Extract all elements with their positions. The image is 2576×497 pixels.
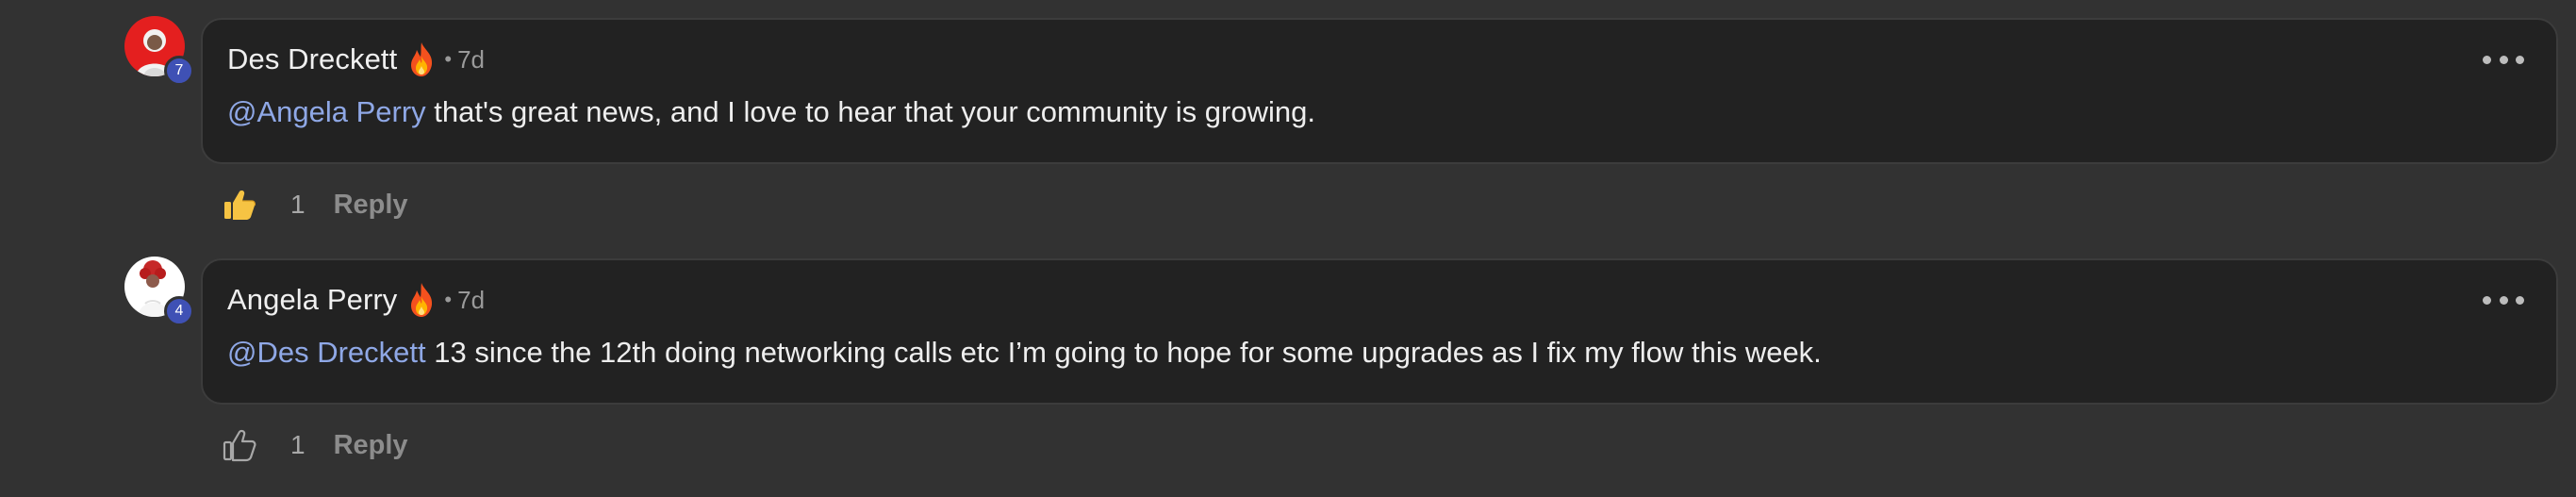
thumbs-up-filled-icon[interactable] <box>223 188 256 222</box>
avatar-wrap[interactable]: 7 <box>124 16 194 86</box>
author-name[interactable]: Des Dreckett <box>227 42 397 76</box>
separator: • <box>444 288 453 311</box>
comment-text: 13 since the 12th doing networking calls… <box>425 336 1822 369</box>
dot-icon <box>2516 295 2524 305</box>
comment-text: that's great news, and I love to hear th… <box>425 95 1315 128</box>
dot-icon <box>2483 55 2491 64</box>
comment-body: @Des Dreckett 13 since the 12th doing ne… <box>227 336 1822 370</box>
comment-bubble: Des Dreckett • 7d @Angela Perry that's g… <box>201 18 2558 164</box>
timestamp[interactable]: 7d <box>457 45 485 75</box>
reply-button[interactable]: Reply <box>334 190 408 221</box>
flame-icon <box>411 42 433 76</box>
comment-body: @Angela Perry that's great news, and I l… <box>227 95 1315 129</box>
like-count: 1 <box>290 190 305 219</box>
dot-icon <box>2499 295 2508 305</box>
comment-actions: 1 Reply <box>223 184 408 225</box>
like-count: 1 <box>290 430 305 459</box>
comment-actions: 1 Reply <box>223 424 408 466</box>
more-options-button[interactable] <box>2483 48 2524 71</box>
author-name[interactable]: Angela Perry <box>227 283 397 317</box>
level-badge: 4 <box>164 296 194 326</box>
dot-icon <box>2499 55 2508 64</box>
mention-link[interactable]: @Des Dreckett <box>227 336 426 369</box>
flame-icon <box>411 283 433 317</box>
comment-thread: 7 Des Dreckett • 7d @Angela Perry that's… <box>0 0 2576 497</box>
separator: • <box>444 47 453 71</box>
mention-link[interactable]: @Angela Perry <box>227 95 426 128</box>
thumbs-up-outline-icon[interactable] <box>223 428 256 462</box>
timestamp[interactable]: 7d <box>457 286 485 315</box>
more-options-button[interactable] <box>2483 289 2524 311</box>
dot-icon <box>2483 295 2491 305</box>
comment-header: Des Dreckett • 7d <box>227 39 485 80</box>
level-badge: 7 <box>164 56 194 86</box>
dot-icon <box>2516 55 2524 64</box>
avatar-wrap[interactable]: 4 <box>124 257 194 326</box>
reply-button[interactable]: Reply <box>334 430 408 461</box>
comment-header: Angela Perry • 7d <box>227 279 485 321</box>
comment-bubble: Angela Perry • 7d @Des Dreckett 13 since… <box>201 258 2558 405</box>
